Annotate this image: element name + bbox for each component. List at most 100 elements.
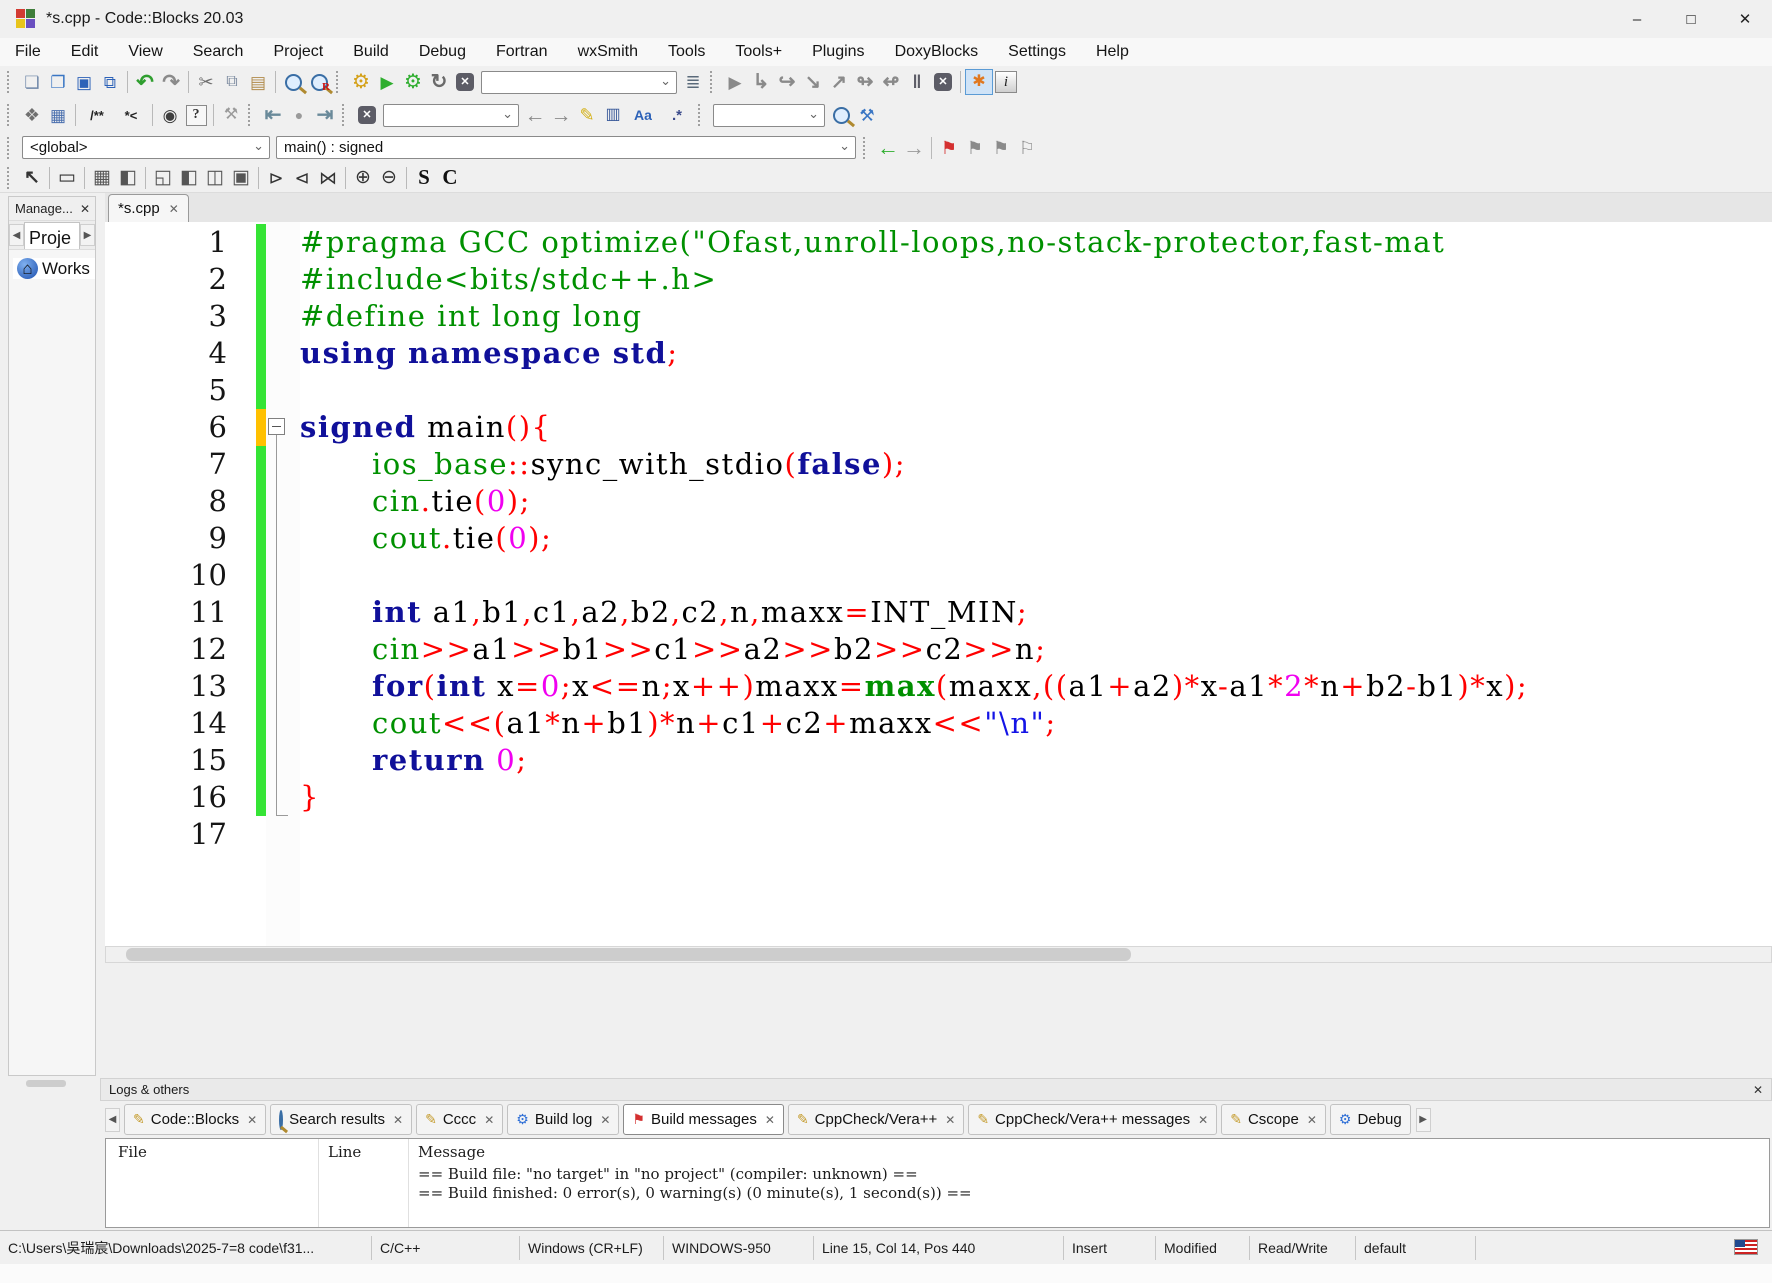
menu-item-tools[interactable]: Tools	[653, 43, 720, 61]
abort-build-icon[interactable]: ✕	[452, 70, 478, 94]
menu-item-project[interactable]: Project	[258, 43, 338, 61]
menu-item-file[interactable]: File	[0, 43, 56, 61]
build-message-row[interactable]: == Build file: "no target" in "no projec…	[418, 1165, 918, 1183]
nav-back-icon[interactable]: ←	[875, 136, 901, 160]
workspace-tree-item[interactable]: ⌂ Works	[13, 258, 95, 279]
menu-item-debug[interactable]: Debug	[404, 43, 481, 61]
debugging-windows-icon[interactable]: ✱	[965, 70, 993, 94]
find-icon[interactable]	[280, 70, 306, 94]
log-tab-close-icon[interactable]: ✕	[1307, 1113, 1317, 1127]
show-source-icon[interactable]: S	[411, 166, 437, 190]
pointer-tool-icon[interactable]: ↖	[19, 166, 45, 190]
comment-line-icon[interactable]: *<	[114, 103, 148, 127]
fill-parent-icon[interactable]: ▣	[228, 166, 254, 190]
management-close-icon[interactable]: ✕	[80, 202, 90, 216]
align-mixed-icon[interactable]: ◧	[115, 166, 141, 190]
build-target-combo[interactable]: ⌄	[481, 71, 677, 94]
match-case-icon[interactable]: Aa	[626, 103, 660, 127]
step-into-icon[interactable]: ↘	[800, 70, 826, 94]
build-and-run-icon[interactable]: ⚙	[400, 70, 426, 94]
incsearch-next-icon[interactable]: →	[548, 103, 574, 127]
show-content-icon[interactable]: C	[437, 166, 463, 190]
debug-continue-icon[interactable]: ▶	[722, 70, 748, 94]
code-editor-surface[interactable]: 1234567891011121314151617 #pragma GCC op…	[105, 222, 1772, 946]
log-tab-search-results[interactable]: Search results✕	[270, 1104, 412, 1135]
view-html-icon[interactable]: ◉	[157, 103, 183, 127]
next-bookmark-icon[interactable]: ⚑	[988, 136, 1014, 160]
align-center-icon[interactable]: ◫	[202, 166, 228, 190]
jump-forward-icon[interactable]: ⇥	[312, 103, 338, 127]
log-tab-close-icon[interactable]: ✕	[600, 1113, 610, 1127]
log-tab-close-icon[interactable]: ✕	[1198, 1113, 1208, 1127]
doxyblocks-extract-icon[interactable]: ❖	[19, 103, 45, 127]
log-tab-close-icon[interactable]: ✕	[945, 1113, 955, 1127]
break-debugger-icon[interactable]: ‖	[904, 70, 930, 94]
run-to-cursor-icon[interactable]: ↳	[748, 70, 774, 94]
splitter-handle[interactable]	[26, 1080, 66, 1087]
align-bottom-icon[interactable]: ◱	[150, 166, 176, 190]
toggle-bookmark-icon[interactable]: ⚑	[936, 136, 962, 160]
expand-both-icon[interactable]: ⋈	[315, 166, 341, 190]
menu-item-doxyblocks[interactable]: DoxyBlocks	[880, 43, 994, 61]
log-tab-cccc[interactable]: ✎Cccc✕	[416, 1104, 503, 1135]
logs-tabs-scroll-left-icon[interactable]: ◀	[105, 1108, 120, 1132]
scrollbar-thumb[interactable]	[126, 948, 1131, 961]
select-target-icon[interactable]: ≣	[680, 70, 706, 94]
selected-text-only-icon[interactable]: ▥	[600, 103, 626, 127]
jump-back-icon[interactable]: ⇤	[260, 103, 286, 127]
align-left-icon[interactable]: ◧	[176, 166, 202, 190]
zoom-in-icon[interactable]: ⊕	[350, 166, 376, 190]
menu-item-view[interactable]: View	[113, 43, 177, 61]
log-tab-cppcheck-vera-messages[interactable]: ✎CppCheck/Vera++ messages✕	[968, 1104, 1217, 1135]
menu-item-settings[interactable]: Settings	[993, 43, 1081, 61]
tab-projects[interactable]: Proje	[24, 222, 80, 249]
regex-icon[interactable]: .*	[660, 103, 694, 127]
new-file-icon[interactable]: ❏	[19, 70, 45, 94]
menu-item-wxsmith[interactable]: wxSmith	[563, 43, 653, 61]
menu-item-help[interactable]: Help	[1081, 43, 1144, 61]
scope-combo[interactable]: <global>⌄	[22, 136, 270, 159]
next-line-icon[interactable]: ↪	[774, 70, 800, 94]
editor-tab-close-icon[interactable]: ✕	[169, 202, 179, 216]
threadsearch-find-icon[interactable]	[828, 103, 854, 127]
clear-bookmarks-icon[interactable]: ⚐	[1014, 136, 1040, 160]
log-tab-build-log[interactable]: ⚙Build log✕	[507, 1104, 619, 1135]
next-instruction-icon[interactable]: ↬	[852, 70, 878, 94]
save-all-icon[interactable]: ⧉	[97, 70, 123, 94]
incsearch-clear-icon[interactable]: ✕	[354, 103, 380, 127]
close-button[interactable]: ✕	[1718, 0, 1772, 38]
align-grid-icon[interactable]: ▦	[89, 166, 115, 190]
expand-left-icon[interactable]: ⊲	[289, 166, 315, 190]
tabs-scroll-right-icon[interactable]: ▶	[80, 224, 95, 246]
paste-icon[interactable]: ▤	[245, 70, 271, 94]
function-combo[interactable]: main() : signed⌄	[276, 136, 856, 159]
various-info-icon[interactable]: i	[993, 70, 1019, 94]
rebuild-icon[interactable]: ↻	[426, 70, 452, 94]
logs-tabs-scroll-right-icon[interactable]: ▶	[1416, 1108, 1431, 1132]
menu-item-edit[interactable]: Edit	[56, 43, 114, 61]
step-into-instruction-icon[interactable]: ↫	[878, 70, 904, 94]
cut-icon[interactable]: ✂	[193, 70, 219, 94]
horizontal-scrollbar[interactable]	[105, 946, 1772, 963]
log-tab-code-blocks[interactable]: ✎Code::Blocks✕	[124, 1104, 266, 1135]
nav-forward-icon[interactable]: →	[901, 136, 927, 160]
log-tab-cscope[interactable]: ✎Cscope✕	[1221, 1104, 1326, 1135]
log-tab-debug[interactable]: ⚙Debug	[1330, 1104, 1411, 1135]
comment-block-icon[interactable]: /**	[80, 103, 114, 127]
maximize-button[interactable]: □	[1664, 0, 1718, 38]
run-icon[interactable]: ▶	[374, 70, 400, 94]
log-tab-cppcheck-vera-[interactable]: ✎CppCheck/Vera++✕	[788, 1104, 964, 1135]
build-message-row[interactable]: == Build finished: 0 error(s), 0 warning…	[418, 1184, 972, 1202]
menu-item-fortran[interactable]: Fortran	[481, 43, 563, 61]
redo-icon[interactable]: ↷	[158, 70, 184, 94]
stop-debugger-icon[interactable]: ✕	[930, 70, 956, 94]
doxy-preferences-wrench-icon[interactable]: ⚒	[218, 103, 244, 127]
zoom-out-icon[interactable]: ⊖	[376, 166, 402, 190]
editor-tab-scpp[interactable]: *s.cpp ✕	[108, 194, 189, 222]
build-icon[interactable]: ⚙	[348, 70, 374, 94]
log-tab-build-messages[interactable]: ⚑Build messages✕	[623, 1104, 784, 1135]
tabs-scroll-left-icon[interactable]: ◀	[9, 224, 24, 246]
menu-item-plugins[interactable]: Plugins	[797, 43, 879, 61]
logs-close-icon[interactable]: ✕	[1753, 1083, 1763, 1097]
expand-right-icon[interactable]: ⊳	[263, 166, 289, 190]
